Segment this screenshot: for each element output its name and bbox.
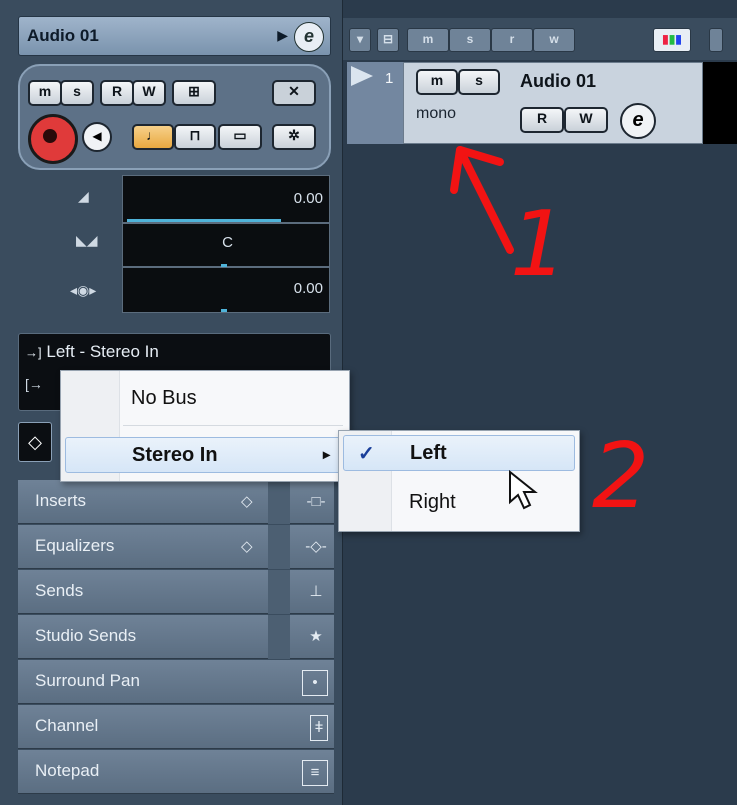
pan-value: C	[222, 234, 233, 251]
track-controls-box: m s R W ⊞ ✕ ◀ ♩ ⊓ ▭ ✲	[18, 64, 331, 170]
section-divider	[268, 525, 290, 569]
global-solo-button[interactable]: s	[449, 28, 491, 52]
toolbar-divider-icon	[709, 28, 723, 52]
channel-settings-icon[interactable]: ◇	[18, 422, 52, 462]
section-notepad[interactable]: Notepad ≡	[18, 750, 334, 794]
track-name-label[interactable]: Audio 01	[520, 71, 596, 92]
track-list-toolbar: ▾ ⊟ m s r w ▮▮▮	[343, 18, 737, 60]
freeze-settings-icon[interactable]: ✲	[272, 124, 316, 150]
input-icon: →]	[25, 345, 42, 360]
volume-value: 0.00	[293, 190, 323, 207]
checkmark-icon: ✓	[358, 443, 375, 465]
section-label: Surround Pan	[35, 671, 140, 690]
menu-item-stereo-in[interactable]: Stereo In ▸	[65, 437, 345, 473]
bypass-diamond-icon[interactable]: ◇	[241, 537, 253, 555]
menu-item-label: Left	[410, 442, 447, 464]
track-read-button[interactable]: R	[520, 107, 564, 133]
track-select-arrow-icon	[351, 66, 373, 86]
section-label: Notepad	[35, 761, 100, 780]
track-number: 1	[385, 70, 394, 87]
section-divider	[268, 570, 290, 614]
section-equalizers[interactable]: Equalizers ◇ -◇-	[18, 525, 334, 569]
submenu-item-left[interactable]: ✓ Left	[343, 435, 575, 471]
record-enable-button[interactable]	[28, 114, 78, 164]
output-icon: [→	[25, 376, 43, 392]
collapse-icon[interactable]: ⊟	[377, 28, 399, 52]
write-button[interactable]: W	[132, 80, 166, 106]
submenu-item-right[interactable]: Right	[343, 485, 575, 519]
global-read-button[interactable]: r	[491, 28, 533, 52]
global-mute-button[interactable]: m	[407, 28, 449, 52]
lanes-icon[interactable]: ▭	[218, 124, 262, 150]
input-routing-menu: No Bus Stereo In ▸	[60, 370, 350, 482]
bypass-icon[interactable]: ✕	[272, 80, 316, 106]
section-divider	[268, 615, 290, 659]
menu-separator	[123, 425, 343, 426]
bypass-diamond-icon[interactable]: ◇	[241, 492, 253, 510]
global-write-button[interactable]: w	[533, 28, 575, 52]
track-edit-button[interactable]: e	[620, 103, 656, 139]
inspector-track-title[interactable]: Audio 01 ▶ e	[18, 16, 331, 56]
musical-time-icon[interactable]: ♩	[132, 124, 174, 150]
submenu-arrow-icon: ▸	[322, 446, 330, 462]
mouse-cursor-icon	[509, 470, 538, 510]
volume-level-bar	[127, 219, 281, 222]
track-colors-icon[interactable]: ▮▮▮	[653, 28, 691, 52]
star-icon: ★	[309, 628, 323, 645]
annotation-number-1: 1	[510, 192, 568, 297]
stereo-in-submenu: ✓ Left Right	[338, 430, 580, 532]
section-surround-pan[interactable]: Surround Pan •	[18, 660, 334, 704]
pan-icon: ◣◢	[76, 232, 98, 248]
delay-indicator	[221, 309, 227, 312]
menu-item-label: Right	[409, 491, 456, 513]
delay-value: 0.00	[293, 280, 323, 297]
track-name: Audio 01	[27, 26, 99, 45]
monitor-icon[interactable]: ◀	[82, 122, 112, 152]
section-studio-sends[interactable]: Studio Sends ★	[18, 615, 334, 659]
sends-icon: ⊥	[309, 583, 323, 600]
output-routing[interactable]: [→	[25, 376, 43, 392]
track-event-area[interactable]	[703, 62, 737, 144]
delay-icon: ◂◉▸	[70, 282, 97, 298]
edit-channel-button[interactable]: e	[294, 22, 324, 52]
section-label: Sends	[35, 581, 84, 600]
section-sends[interactable]: Sends ⊥	[18, 570, 334, 614]
section-inserts[interactable]: Inserts ◇ -□-	[18, 480, 334, 524]
annotation-number-2: 2	[592, 424, 650, 529]
track-solo-button[interactable]: s	[458, 69, 500, 95]
surround-icon: •	[302, 670, 328, 696]
menu-item-label: Stereo In	[132, 444, 218, 466]
section-label: Studio Sends	[35, 626, 137, 645]
track-write-button[interactable]: W	[564, 107, 608, 133]
track-mute-button[interactable]: m	[416, 69, 458, 95]
freeze-icon[interactable]: ⊞	[172, 80, 216, 106]
pan-control[interactable]: C	[122, 223, 330, 267]
inserts-icon: -□-	[306, 493, 326, 510]
notepad-icon: ≡	[302, 760, 328, 786]
volume-fader[interactable]: 0.00	[122, 175, 330, 223]
channel-icon: ǂ	[310, 715, 328, 741]
track-controls[interactable]: m s Audio 01 mono R W e	[403, 62, 703, 144]
lock-icon[interactable]: ⊓	[174, 124, 216, 150]
mute-button[interactable]: m	[28, 80, 62, 106]
dropdown-icon[interactable]: ▾	[349, 28, 371, 52]
solo-button[interactable]: s	[60, 80, 94, 106]
section-label: Channel	[35, 716, 99, 735]
section-label: Inserts	[35, 491, 87, 510]
track-header[interactable]: 1	[347, 62, 403, 144]
input-routing-label: Left - Stereo In	[46, 342, 159, 361]
equalizer-icon: -◇-	[305, 538, 327, 555]
input-routing[interactable]: →] Left - Stereo In	[25, 342, 159, 362]
read-button[interactable]: R	[100, 80, 134, 106]
section-label: Equalizers	[35, 536, 115, 555]
section-channel[interactable]: Channel ǂ	[18, 705, 334, 749]
track-mode-label: mono	[416, 105, 457, 122]
menu-item-label: No Bus	[131, 387, 197, 409]
section-divider	[268, 480, 290, 524]
delay-control[interactable]: 0.00	[122, 267, 330, 313]
menu-item-no-bus[interactable]: No Bus	[65, 381, 345, 415]
expand-arrow-icon[interactable]: ▶	[277, 27, 288, 44]
volume-icon: ◢	[78, 188, 89, 204]
